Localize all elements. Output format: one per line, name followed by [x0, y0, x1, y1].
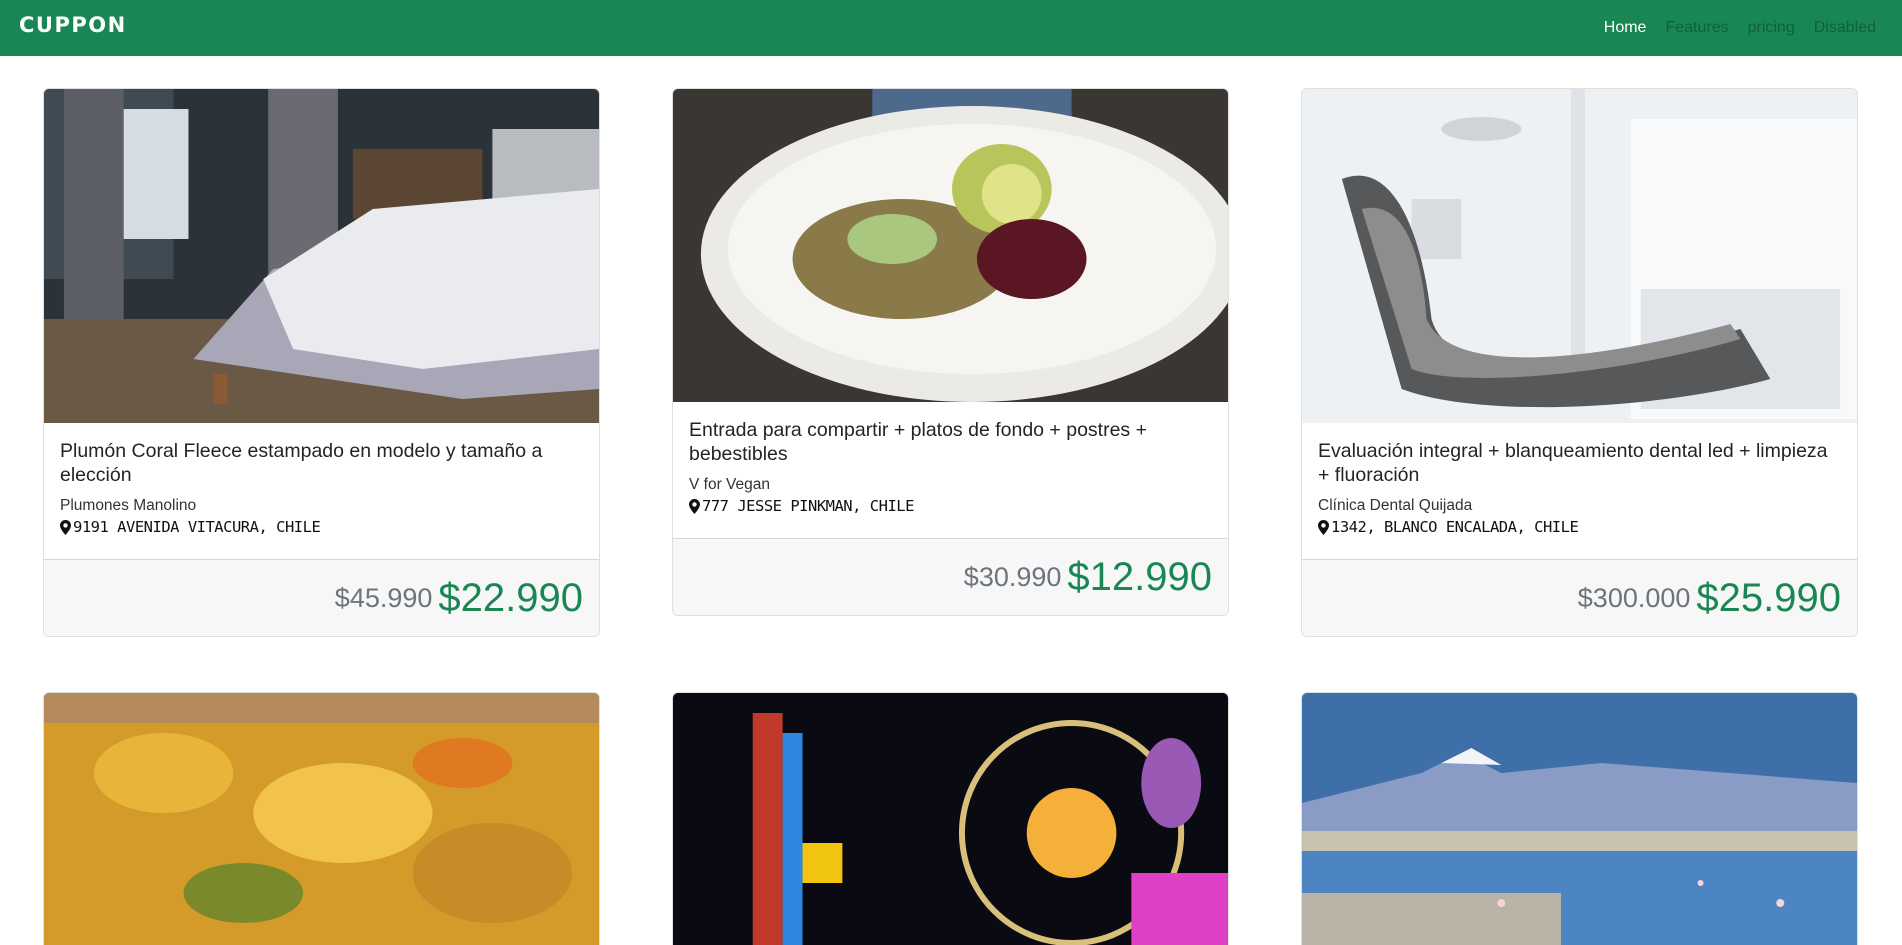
card-body: Plumón Coral Fleece estampado en modelo … — [44, 423, 599, 559]
address: 9191 AVENIDA VITACURA, CHILE — [60, 516, 583, 538]
food-closeup-photo[interactable] — [44, 693, 599, 945]
nav-link-pricing[interactable]: pricing — [1748, 18, 1795, 38]
merchant-name: Plumones Manolino — [60, 497, 197, 514]
deal-card[interactable] — [1301, 692, 1858, 945]
address-text: 777 JESSE PINKMAN, CHILE — [702, 497, 914, 515]
address: 1342, BLANCO ENCALADA, CHILE — [1318, 516, 1841, 538]
new-price: $22.990 — [438, 575, 583, 620]
address: 777 JESSE PINKMAN, CHILE — [689, 495, 1212, 517]
old-price: $300.000 — [1577, 582, 1691, 613]
map-pin-icon — [60, 519, 71, 535]
price-footer: $300.000 $25.990 — [1302, 559, 1857, 636]
deal-title[interactable]: Entrada para compartir + platos de fondo… — [689, 418, 1212, 466]
flamingo-lake-photo[interactable] — [1302, 693, 1857, 945]
merchant-name: Clínica Dental Quijada — [1318, 497, 1473, 514]
price-footer: $30.990 $12.990 — [673, 538, 1228, 615]
vegan-salad-photo[interactable] — [673, 89, 1228, 402]
old-price: $45.990 — [334, 582, 433, 613]
new-price: $12.990 — [1067, 554, 1212, 599]
deal-card[interactable] — [43, 692, 600, 945]
card-body: Entrada para compartir + platos de fondo… — [673, 402, 1228, 538]
nav-link-home[interactable]: Home — [1604, 18, 1647, 38]
bedroom-photo[interactable] — [44, 89, 599, 423]
nav-link-features[interactable]: Features — [1665, 18, 1728, 38]
nav-links: Home Features pricing Disabled — [1604, 18, 1876, 38]
deal-card[interactable]: Entrada para compartir + platos de fondo… — [672, 88, 1229, 616]
deal-card[interactable]: Plumón Coral Fleece estampado en modelo … — [43, 88, 600, 637]
brand-logo[interactable]: CUPPON — [19, 15, 127, 36]
deal-title[interactable]: Plumón Coral Fleece estampado en modelo … — [60, 439, 583, 487]
top-navbar: CUPPON Home Features pricing Disabled — [0, 0, 1902, 56]
amusement-park-photo[interactable] — [673, 693, 1228, 945]
card-body: Evaluación integral + blanqueamiento den… — [1302, 423, 1857, 559]
price-footer: $45.990 $22.990 — [44, 559, 599, 636]
deal-card[interactable]: Evaluación integral + blanqueamiento den… — [1301, 88, 1858, 637]
new-price: $25.990 — [1696, 575, 1841, 620]
nav-link-disabled: Disabled — [1813, 19, 1876, 36]
merchant-name: V for Vegan — [689, 476, 771, 493]
address-text: 9191 AVENIDA VITACURA, CHILE — [73, 518, 321, 536]
address-text: 1342, BLANCO ENCALADA, CHILE — [1331, 518, 1579, 536]
dental-chair-photo[interactable] — [1302, 89, 1857, 423]
deal-title[interactable]: Evaluación integral + blanqueamiento den… — [1318, 439, 1841, 487]
old-price: $30.990 — [963, 561, 1062, 592]
map-pin-icon — [689, 498, 700, 514]
map-pin-icon — [1318, 519, 1329, 535]
deal-card[interactable] — [672, 692, 1229, 945]
